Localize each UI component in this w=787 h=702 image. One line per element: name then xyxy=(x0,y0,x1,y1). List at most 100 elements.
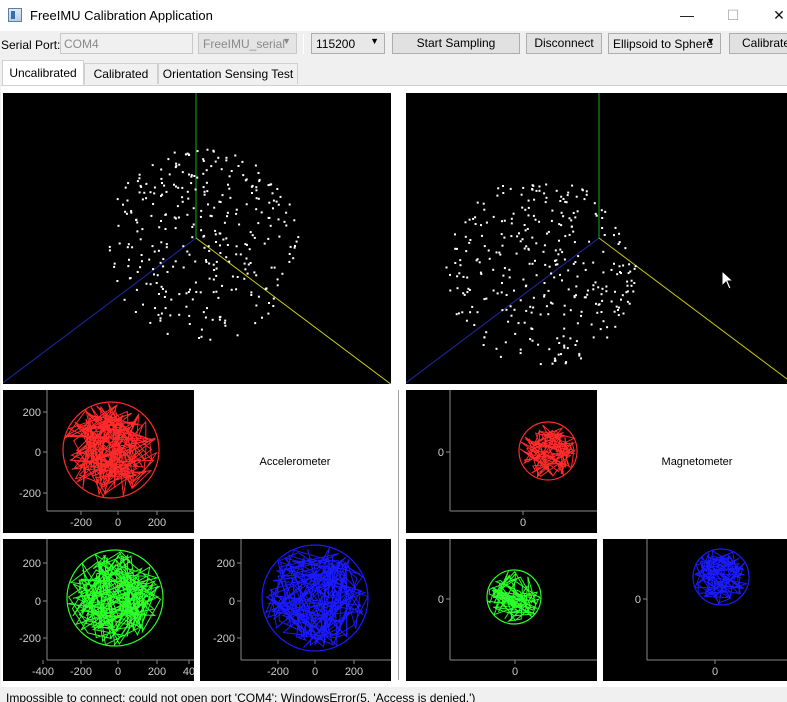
mag3d-point xyxy=(613,310,616,313)
mag3d-point xyxy=(545,196,548,199)
acc3d-point xyxy=(245,178,248,181)
mag3d-point xyxy=(559,248,562,251)
acc-xy-y-tick-label: 0 xyxy=(35,447,41,459)
acc3d-point xyxy=(238,223,241,226)
mag3d-point xyxy=(601,217,604,219)
mag-xz-trace xyxy=(486,570,541,622)
acc3d-point xyxy=(203,193,206,196)
acc3d-point xyxy=(186,190,189,193)
mag3d-point xyxy=(500,233,503,236)
mag3d-point xyxy=(465,319,468,322)
start-sampling-button[interactable]: Start Sampling xyxy=(392,33,520,54)
acc3d-point xyxy=(236,276,239,278)
acc3d-point xyxy=(215,290,218,293)
mag3d-point xyxy=(543,192,546,195)
acc-yz-plot[interactable]: -200 0 200 200 0 -200 xyxy=(200,539,391,681)
acc3d-point xyxy=(194,281,197,284)
mag3d-point xyxy=(519,299,522,302)
accelerometer-3d-view[interactable] xyxy=(3,93,391,384)
mag3d-point xyxy=(553,276,556,279)
mag3d-point xyxy=(592,336,595,339)
baud-rate-select[interactable]: 115200 ▼ xyxy=(311,33,385,54)
acc-xz-x-tick-label: 200 xyxy=(148,666,166,678)
mag3d-point xyxy=(480,273,483,275)
tab-orientation-sensing-test[interactable]: Orientation Sensing Test xyxy=(158,63,298,84)
acc3d-point xyxy=(153,186,156,189)
maximize-button[interactable]: ☐ xyxy=(710,0,756,31)
mag3d-point xyxy=(456,287,459,290)
acc3d-point xyxy=(212,149,215,152)
mag3d-point xyxy=(572,262,575,265)
acc-xy-plot[interactable]: -200 0 200 200 0 -200 xyxy=(3,390,194,533)
mag-yz-y-tick-label: 0 xyxy=(635,594,641,606)
mag3d-point xyxy=(532,296,535,299)
acc3d-point xyxy=(277,218,280,221)
tab-uncalibrated[interactable]: Uncalibrated xyxy=(2,60,84,85)
mag3d-point xyxy=(600,209,603,212)
mag3d-point xyxy=(601,299,604,302)
acc3d-point xyxy=(285,211,288,214)
acc3d-point xyxy=(165,213,167,216)
acc3d-point xyxy=(223,321,226,324)
mag3d-point xyxy=(585,193,588,196)
minimize-button[interactable]: — xyxy=(664,0,710,31)
mag3d-point xyxy=(523,321,526,324)
acc3d-point xyxy=(220,168,223,171)
mag3d-point xyxy=(600,293,603,296)
mag3d-point xyxy=(551,362,554,365)
mag3d-point xyxy=(505,308,508,311)
acc3d-point xyxy=(214,233,217,236)
acc3d-point xyxy=(288,260,291,263)
mag3d-point xyxy=(567,288,570,291)
calibration-mode-select[interactable]: Ellipsoid to Sphere ▼ xyxy=(608,33,721,54)
mag3d-point xyxy=(531,262,534,265)
calibration-mode-value: Ellipsoid to Sphere xyxy=(613,37,714,51)
acc3d-point xyxy=(195,291,198,293)
mag3d-point xyxy=(524,208,527,211)
acc3d-point xyxy=(295,240,298,243)
mag3d-point xyxy=(456,247,458,250)
mag3d-point xyxy=(473,324,476,326)
mag3d-point xyxy=(592,288,595,291)
acc3d-point xyxy=(175,164,178,167)
tab-calibrated[interactable]: Calibrated xyxy=(84,63,158,84)
mag3d-point xyxy=(595,214,598,217)
mag3d-point xyxy=(482,202,485,205)
acc3d-point xyxy=(260,211,263,214)
mag-xz-plot[interactable]: 00 xyxy=(406,539,597,681)
acc-xz-plot[interactable]: -400 -200 0 200 40 200 0 -200 xyxy=(3,539,194,681)
port-type-select[interactable]: FreeIMU_serial ▼ xyxy=(198,33,297,54)
mag3d-point xyxy=(618,241,621,244)
acc3d-point xyxy=(203,190,206,193)
calibrate-button[interactable]: Calibrate xyxy=(729,33,787,54)
acc3d-point xyxy=(202,311,205,314)
mag3d-point xyxy=(468,289,471,291)
mag3d-point xyxy=(534,218,537,221)
disconnect-button[interactable]: Disconnect xyxy=(526,33,602,54)
acc3d-point xyxy=(176,205,179,208)
mag3d-point xyxy=(496,292,499,295)
mag-xy-plot[interactable]: 00 xyxy=(406,390,597,533)
acc3d-point xyxy=(278,235,281,238)
mag3d-point xyxy=(548,265,551,268)
mag3d-point xyxy=(548,348,551,351)
acc3d-point xyxy=(177,216,180,219)
acc3d-point xyxy=(108,249,111,252)
magnetometer-3d-view[interactable] xyxy=(406,93,787,384)
mag3d-point xyxy=(558,239,560,242)
acc3d-point xyxy=(175,185,177,188)
acc3d-point xyxy=(269,224,272,227)
acc3d-point xyxy=(160,241,163,244)
mag3d-point xyxy=(630,279,633,282)
acc3d-point xyxy=(124,210,127,213)
mag3d-point xyxy=(462,275,465,278)
acc3d-point xyxy=(200,328,203,331)
mag3d-point xyxy=(590,323,593,326)
close-button[interactable]: ✕ xyxy=(756,0,787,31)
mag-yz-plot[interactable]: 00 xyxy=(603,539,787,681)
acc3d-point xyxy=(255,274,258,277)
serial-port-input[interactable]: COM4 xyxy=(60,33,193,54)
mag3d-point xyxy=(574,216,577,219)
mag3d-point xyxy=(527,214,530,217)
acc3d-point xyxy=(191,236,194,239)
